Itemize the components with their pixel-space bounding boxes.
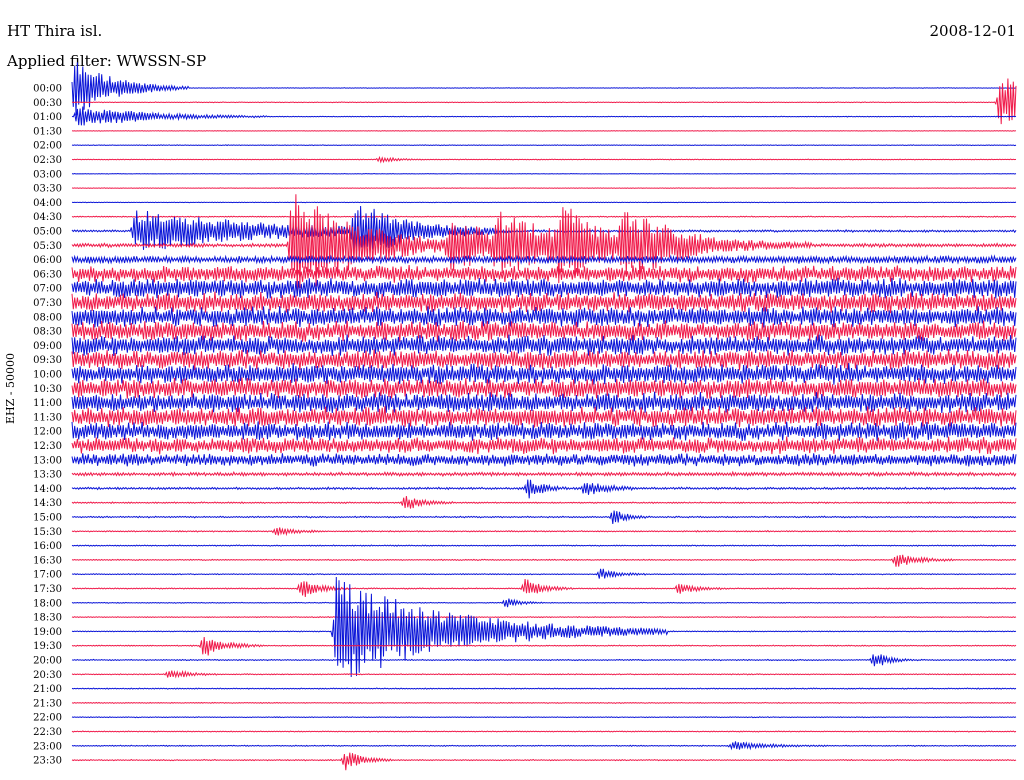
tick-label-0330: 03:30 xyxy=(33,184,62,195)
tick-label-1400: 14:00 xyxy=(33,484,62,495)
tick-label-0430: 04:30 xyxy=(33,212,62,223)
trace-0400 xyxy=(71,201,1017,204)
trace-2100 xyxy=(71,687,1017,690)
trace-0130 xyxy=(71,130,1017,132)
trace-0430 xyxy=(71,215,1017,218)
tick-label-1800: 18:00 xyxy=(33,598,62,609)
tick-label-1000: 10:00 xyxy=(33,370,62,381)
tick-label-0800: 08:00 xyxy=(33,312,62,323)
trace-1000 xyxy=(71,363,1017,385)
trace-1330 xyxy=(71,470,1017,478)
tick-label-1930: 19:30 xyxy=(33,641,62,652)
tick-label-2000: 20:00 xyxy=(33,656,62,667)
trace-1530 xyxy=(71,527,1017,537)
tick-label-1100: 11:00 xyxy=(33,398,62,409)
trace-1800 xyxy=(71,598,1017,608)
trace-0100 xyxy=(71,106,1017,126)
tick-label-0300: 03:00 xyxy=(33,169,62,180)
tick-label-2200: 22:00 xyxy=(33,713,62,724)
tick-label-0730: 07:30 xyxy=(33,298,62,309)
tick-label-1730: 17:30 xyxy=(33,584,62,595)
trace-0330 xyxy=(71,187,1017,189)
tick-label-1600: 16:00 xyxy=(33,541,62,552)
trace-1430 xyxy=(71,495,1017,509)
trace-1700 xyxy=(71,568,1017,579)
trace-1230 xyxy=(71,436,1017,455)
tick-label-0130: 01:30 xyxy=(33,126,62,137)
trace-1830 xyxy=(71,616,1017,619)
trace-1930 xyxy=(71,636,1017,656)
tick-label-2230: 22:30 xyxy=(33,727,62,738)
trace-1730 xyxy=(71,578,1017,597)
trace-0600 xyxy=(71,254,1017,265)
tick-label-1300: 13:00 xyxy=(33,455,62,466)
tick-label-0200: 02:00 xyxy=(33,141,62,152)
tick-label-1500: 15:00 xyxy=(33,513,62,524)
tick-label-0530: 05:30 xyxy=(33,241,62,252)
trace-1400 xyxy=(71,479,1017,499)
tick-label-0700: 07:00 xyxy=(33,284,62,295)
trace-1300 xyxy=(71,453,1017,467)
trace-1630 xyxy=(71,554,1017,567)
tick-label-2300: 23:00 xyxy=(33,741,62,752)
trace-0000 xyxy=(71,62,1017,116)
tick-label-1830: 18:30 xyxy=(33,613,62,624)
tick-label-1230: 12:30 xyxy=(33,441,62,452)
tick-label-0900: 09:00 xyxy=(33,341,62,352)
tick-label-1430: 14:30 xyxy=(33,498,62,509)
seismogram-plot: 00:00 00:30 01:00 01:30 02:00 02:30 03:00 03:30… xyxy=(33,62,1017,771)
tick-label-0630: 06:30 xyxy=(33,269,62,280)
trace-2000 xyxy=(71,654,1017,667)
tick-label-0400: 04:00 xyxy=(33,198,62,209)
tick-label-1700: 17:00 xyxy=(33,570,62,581)
tick-label-1130: 11:30 xyxy=(33,412,62,423)
trace-2030 xyxy=(71,669,1017,679)
trace-1030 xyxy=(71,377,1017,399)
tick-label-2130: 21:30 xyxy=(33,698,62,709)
trace-0500 xyxy=(71,205,1017,260)
time-tick-labels: 00:00 00:30 01:00 01:30 02:00 02:30 03:00 03:30… xyxy=(33,84,62,767)
tick-label-1200: 12:00 xyxy=(33,427,62,438)
tick-label-1330: 13:30 xyxy=(33,470,62,481)
tick-label-2330: 23:30 xyxy=(33,756,62,767)
tick-label-0030: 00:30 xyxy=(33,98,62,109)
trace-2200 xyxy=(71,716,1017,719)
trace-2300 xyxy=(71,741,1017,751)
tick-label-0830: 08:30 xyxy=(33,327,62,338)
tick-label-1630: 16:30 xyxy=(33,555,62,566)
tick-label-1030: 10:30 xyxy=(33,384,62,395)
trace-2230 xyxy=(71,730,1017,733)
trace-0300 xyxy=(71,172,1017,175)
trace-2130 xyxy=(71,701,1017,704)
tick-label-0230: 02:30 xyxy=(33,155,62,166)
tick-label-0000: 00:00 xyxy=(33,84,62,95)
trace-layer xyxy=(71,62,1017,771)
trace-0200 xyxy=(71,144,1017,147)
tick-label-0100: 01:00 xyxy=(33,112,62,123)
trace-2330 xyxy=(71,752,1017,771)
tick-label-0930: 09:30 xyxy=(33,355,62,366)
tick-label-0600: 06:00 xyxy=(33,255,62,266)
trace-0230 xyxy=(71,155,1017,164)
trace-1500 xyxy=(71,510,1017,524)
tick-label-0500: 05:00 xyxy=(33,227,62,238)
tick-label-1530: 15:30 xyxy=(33,527,62,538)
tick-label-2030: 20:30 xyxy=(33,670,62,681)
tick-label-2100: 21:00 xyxy=(33,684,62,695)
tick-label-1900: 19:00 xyxy=(33,627,62,638)
trace-1600 xyxy=(71,544,1017,547)
